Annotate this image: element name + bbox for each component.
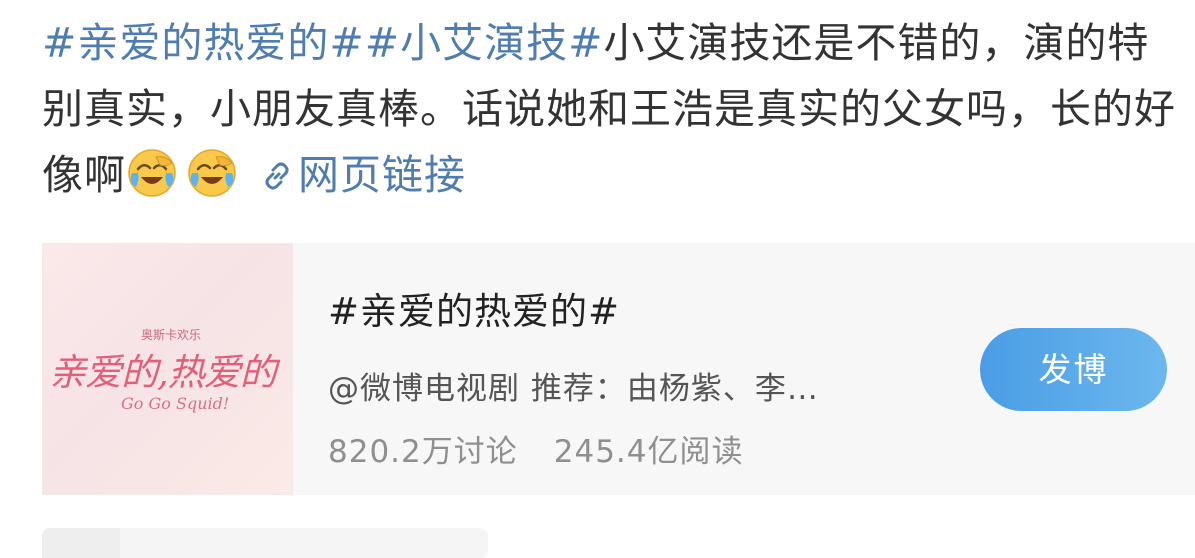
link-icon	[265, 162, 289, 190]
topic-stats: 820.2万讨论 245.4亿阅读	[328, 426, 744, 471]
next-card-peek	[42, 528, 488, 558]
post-text: #亲爱的热爱的##小艾演技#小艾演技还是不错的，演的特别真实，小朋友真棒。话说她…	[42, 10, 1182, 208]
cover-small-text: 奥斯卡欢乐	[141, 328, 202, 342]
hashtag-xiaoai[interactable]: #小艾演技#	[365, 19, 604, 67]
next-card-thumbnail	[42, 528, 120, 558]
topic-cover-image[interactable]: 奥斯卡欢乐 亲爱的,热爱的 Go Go Squid!	[42, 243, 293, 495]
cover-title-text: 亲爱的,热爱的	[49, 351, 277, 394]
post-button[interactable]: 发博	[980, 328, 1167, 411]
hashtag-drama[interactable]: #亲爱的热爱的#	[42, 19, 365, 67]
web-link[interactable]: 网页链接	[246, 151, 466, 199]
topic-title[interactable]: #亲爱的热爱的#	[328, 281, 620, 335]
laugh-cry-emoji-icon	[128, 149, 176, 197]
topic-card[interactable]: 奥斯卡欢乐 亲爱的,热爱的 Go Go Squid! #亲爱的热爱的# @微博电…	[42, 243, 1195, 495]
topic-recommendation: @微博电视剧 推荐：由杨紫、李…	[328, 371, 819, 407]
laugh-cry-emoji-icon	[188, 149, 236, 197]
discussion-count: 820.2万讨论	[328, 434, 518, 470]
read-count: 245.4亿阅读	[553, 434, 744, 470]
cover-english-text: Go Go Squid!	[121, 394, 230, 413]
web-link-label: 网页链接	[298, 151, 466, 199]
